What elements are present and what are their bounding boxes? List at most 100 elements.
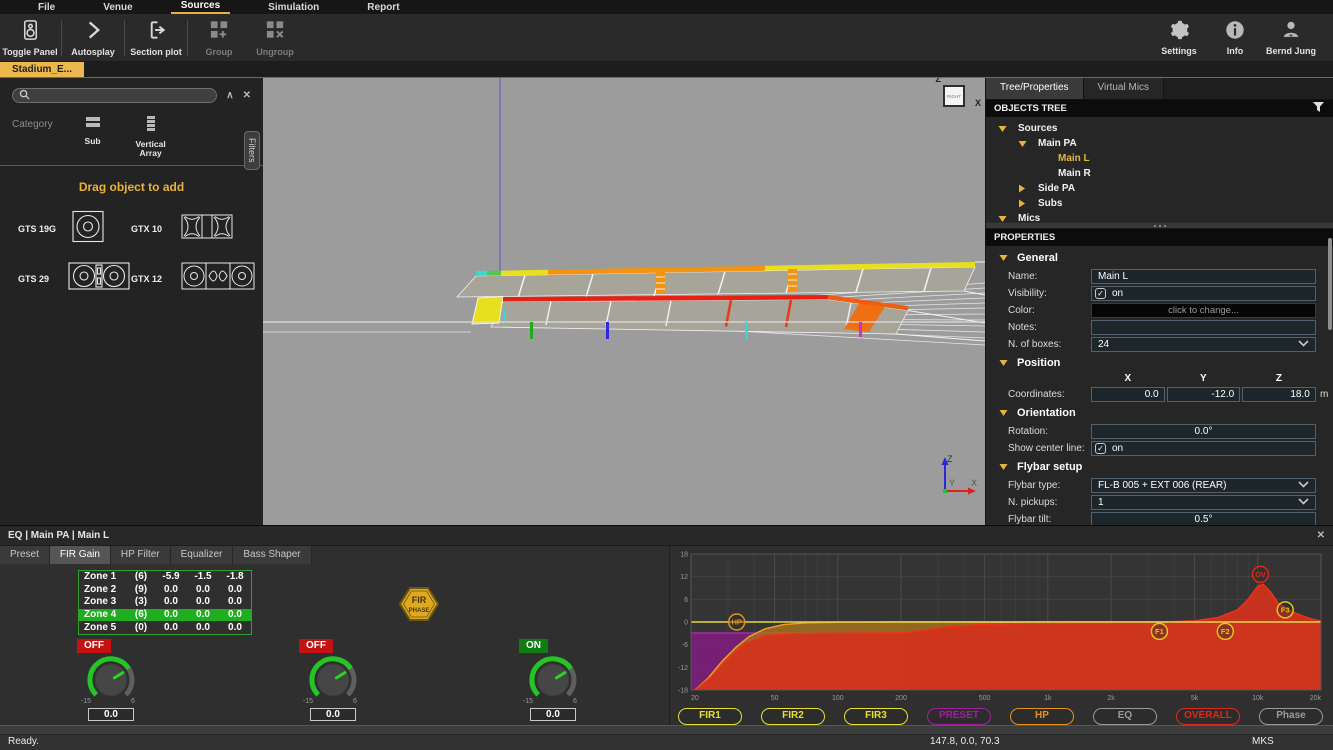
curve-button-fir3[interactable]: FIR3: [844, 708, 908, 725]
filters-button[interactable]: Filters: [244, 131, 260, 170]
property-section-flybar-setup[interactable]: Flybar setup: [986, 457, 1333, 477]
toolbar-button-autosplay[interactable]: Autosplay: [65, 14, 121, 61]
chevron-down-icon[interactable]: [999, 354, 1008, 372]
category-vertical-array[interactable]: Vertical Array: [129, 115, 173, 158]
toolbar-button-toggle-panel[interactable]: Toggle Panel: [2, 14, 58, 61]
tree-node-subs[interactable]: Subs: [986, 196, 1333, 211]
dropdown-field[interactable]: 24: [1091, 337, 1316, 352]
panel-splitter[interactable]: [986, 222, 1333, 229]
zone-row[interactable]: Zone 2(9)0.00.00.0: [79, 584, 251, 597]
checkbox-field[interactable]: ✓on: [1091, 286, 1316, 301]
tab-virtual-mics[interactable]: Virtual Mics: [1084, 78, 1165, 99]
collapse-icon[interactable]: ∧: [226, 91, 233, 101]
chevron-right-icon[interactable]: [1016, 199, 1028, 208]
tree-node-main-r[interactable]: Main R: [986, 166, 1333, 181]
filter-funnel-icon[interactable]: [1312, 100, 1325, 118]
close-panel-icon[interactable]: ✕: [1317, 531, 1325, 541]
toolbar-button-info[interactable]: Info: [1207, 14, 1263, 61]
text-field[interactable]: [1091, 320, 1316, 335]
menu-item-file[interactable]: File: [28, 1, 65, 14]
resize-grip[interactable]: [0, 725, 1333, 735]
curve-button-phase[interactable]: Phase: [1259, 708, 1323, 725]
category-sub[interactable]: Sub: [71, 115, 115, 158]
speaker-library: GTS 19GGTX 10GTS 29GTX 12: [0, 210, 263, 295]
eq-response-chart[interactable]: HPF1F2OVF3181260-6-12-1820501002005001k2…: [675, 549, 1326, 703]
chevron-down-icon[interactable]: [999, 458, 1008, 476]
tree-node-main-pa[interactable]: Main PA: [986, 136, 1333, 151]
eq-tab-equalizer[interactable]: Equalizer: [171, 546, 234, 564]
menu-item-sources[interactable]: Sources: [171, 0, 230, 14]
coordinate-field-z[interactable]: 18.0: [1242, 387, 1316, 402]
property-section-general[interactable]: General: [986, 248, 1333, 268]
zone-row[interactable]: Zone 1(6)-5.9-1.5-1.8: [79, 571, 251, 584]
color-field[interactable]: click to change...: [1091, 303, 1316, 318]
gain-knob[interactable]: -156: [65, 653, 157, 707]
curve-button-hp[interactable]: HP: [1010, 708, 1074, 725]
knob-value-field[interactable]: 0.0: [88, 708, 134, 721]
knob-value-field[interactable]: 0.0: [530, 708, 576, 721]
scrollbar-thumb[interactable]: [1328, 238, 1332, 330]
channel-state-badge[interactable]: OFF: [299, 639, 333, 653]
toolbar-separator: [61, 20, 62, 56]
chevron-down-icon[interactable]: [996, 215, 1008, 223]
toolbar-button-settings[interactable]: Settings: [1151, 14, 1207, 61]
eq-tab-fir-gain[interactable]: FIR Gain: [50, 546, 111, 564]
chevron-down-icon[interactable]: [999, 249, 1008, 267]
checkbox-field[interactable]: ✓on: [1091, 441, 1316, 456]
gain-knob[interactable]: -156: [507, 653, 599, 707]
curve-button-fir1[interactable]: FIR1: [678, 708, 742, 725]
channel-state-badge[interactable]: ON: [519, 639, 548, 653]
curve-button-eq[interactable]: EQ: [1093, 708, 1157, 725]
svg-text:-12: -12: [678, 665, 688, 672]
curve-button-preset[interactable]: PRESET: [927, 708, 991, 725]
channel-state-badge[interactable]: OFF: [77, 639, 111, 653]
gain-knob[interactable]: -156: [287, 653, 379, 707]
eq-tab-hp-filter[interactable]: HP Filter: [111, 546, 171, 564]
close-search-icon[interactable]: ✕: [243, 91, 251, 101]
property-section-orientation[interactable]: Orientation: [986, 403, 1333, 423]
coordinate-field-y[interactable]: -12.0: [1167, 387, 1241, 402]
value-field[interactable]: 0.5°: [1091, 512, 1316, 525]
checkbox-icon[interactable]: ✓: [1095, 288, 1106, 299]
speaker-item-gtx10[interactable]: GTX 10: [131, 210, 255, 248]
tree-node-main-l[interactable]: Main L: [986, 151, 1333, 166]
curve-button-overall[interactable]: OVERALL: [1176, 708, 1240, 725]
zone-gain-table[interactable]: Zone 1(6)-5.9-1.5-1.8Zone 2(9)0.00.00.0Z…: [78, 570, 252, 635]
chevron-down-icon[interactable]: [996, 125, 1008, 133]
search-input[interactable]: [12, 88, 217, 103]
tab-tree-properties[interactable]: Tree/Properties: [986, 78, 1084, 99]
tree-node-mics[interactable]: Mics: [986, 211, 1333, 222]
speaker-item-gts19g[interactable]: GTS 19G: [18, 210, 131, 248]
curve-button-fir2[interactable]: FIR2: [761, 708, 825, 725]
tree-node-side-pa[interactable]: Side PA: [986, 181, 1333, 196]
toolbar-button-bernd-jung[interactable]: Bernd Jung: [1263, 14, 1319, 61]
dropdown-field[interactable]: FL-B 005 + EXT 006 (REAR): [1091, 478, 1316, 493]
zone-row[interactable]: Zone 4(6)0.00.00.0: [79, 609, 251, 622]
text-field[interactable]: Main L: [1091, 269, 1316, 284]
zone-row[interactable]: Zone 3(3)0.00.00.0: [79, 596, 251, 609]
menu-item-venue[interactable]: Venue: [93, 1, 142, 14]
chevron-down-icon[interactable]: [999, 404, 1008, 422]
zone-row[interactable]: Zone 5(0)0.00.00.0: [79, 621, 251, 634]
checkbox-icon[interactable]: ✓: [1095, 443, 1106, 454]
coordinate-field-x[interactable]: 0.0: [1091, 387, 1165, 402]
fir-phase-badge: FIRPHASE: [398, 586, 440, 627]
toolbar-button-label: Group: [206, 48, 233, 57]
knob-value-field[interactable]: 0.0: [310, 708, 356, 721]
chevron-down-icon[interactable]: [1016, 140, 1028, 148]
value-field[interactable]: 0.0°: [1091, 424, 1316, 439]
document-tab[interactable]: Stadium_E...: [0, 62, 84, 77]
speaker-item-gts29[interactable]: GTS 29: [18, 262, 131, 295]
menu-item-simulation[interactable]: Simulation: [258, 1, 329, 14]
property-section-position[interactable]: Position: [986, 353, 1333, 373]
eq-tab-bass-shaper[interactable]: Bass Shaper: [233, 546, 311, 564]
speaker-item-gtx12[interactable]: GTX 12: [131, 262, 255, 295]
viewport-3d[interactable]: RIGHT Z X Z X Y: [263, 78, 985, 525]
chevron-right-icon[interactable]: [1016, 184, 1028, 193]
tree-node-sources[interactable]: Sources: [986, 121, 1333, 136]
menu-item-report[interactable]: Report: [357, 1, 409, 14]
eq-tab-preset[interactable]: Preset: [0, 546, 50, 564]
dropdown-field[interactable]: 1: [1091, 495, 1316, 510]
toolbar-button-section-plot[interactable]: Section plot: [128, 14, 184, 61]
orientation-cube[interactable]: RIGHT: [943, 85, 965, 107]
